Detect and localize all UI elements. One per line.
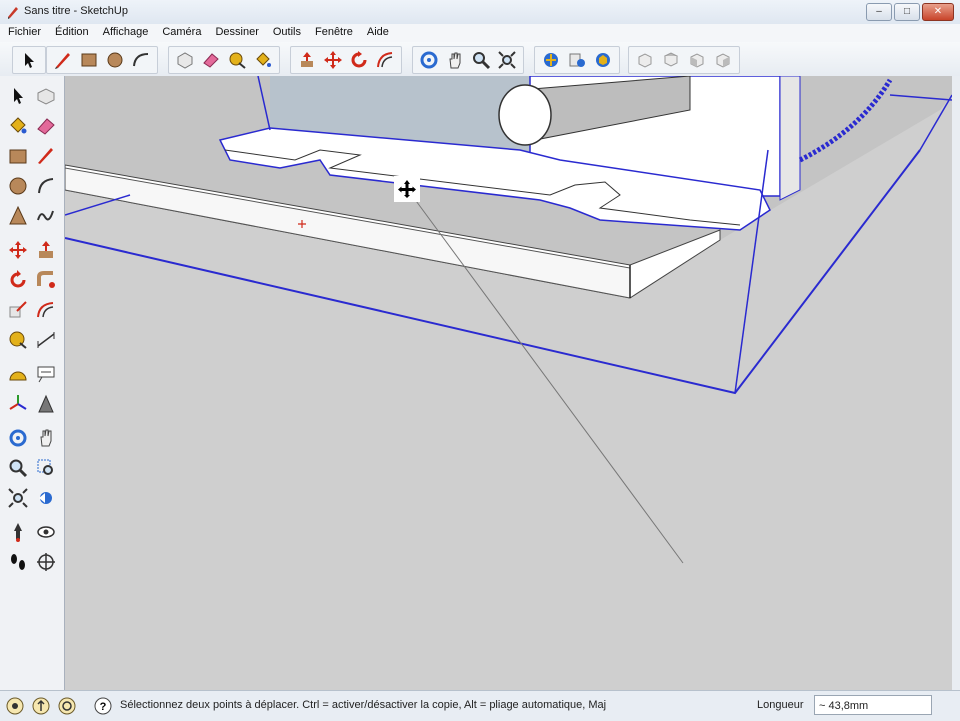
circle-icon[interactable]	[4, 172, 32, 199]
push-pull-icon[interactable]	[295, 48, 319, 72]
toolbar-group-camera	[412, 46, 524, 74]
paint-bucket-icon[interactable]	[251, 48, 275, 72]
rotate-icon[interactable]	[347, 48, 371, 72]
right-view-icon[interactable]	[711, 48, 735, 72]
menu-fichier[interactable]: Fichier	[0, 24, 47, 42]
section-plane-icon[interactable]	[32, 548, 60, 575]
paint-bucket-icon[interactable]	[4, 112, 32, 139]
measurements-value-field[interactable]: ~ 43,8mm	[814, 695, 932, 715]
circle-icon[interactable]	[103, 48, 127, 72]
tape-measure-icon[interactable]	[225, 48, 249, 72]
scale-icon[interactable]	[4, 296, 32, 323]
shaft-end	[498, 84, 552, 146]
large-tool-set	[0, 76, 65, 690]
toolbar-group-modify	[290, 46, 402, 74]
toolbar-group-warehouse	[534, 46, 620, 74]
axes-icon[interactable]	[4, 390, 32, 417]
menu-fenetre[interactable]: Fenêtre	[307, 24, 359, 42]
rectangle-icon[interactable]	[4, 142, 32, 169]
zoom-window-icon[interactable]	[32, 454, 60, 481]
menu-camera[interactable]: Caméra	[154, 24, 207, 42]
text-label-icon[interactable]	[32, 360, 60, 387]
user-icon[interactable]	[58, 697, 76, 715]
window-title: Sans titre - SketchUp	[24, 5, 128, 17]
zoom-icon[interactable]	[4, 454, 32, 481]
menu-bar: Fichier Édition Affichage Caméra Dessine…	[0, 24, 960, 42]
status-bar: ? Sélectionnez deux points à déplacer. C…	[0, 690, 960, 721]
dimension-icon[interactable]	[32, 326, 60, 353]
iso-view-icon[interactable]	[633, 48, 657, 72]
pan-icon[interactable]	[443, 48, 467, 72]
look-around-icon[interactable]	[32, 518, 60, 545]
geolocation-icon[interactable]	[6, 697, 24, 715]
help-icon[interactable]: ?	[94, 697, 112, 715]
orbit-icon[interactable]	[4, 424, 32, 451]
sketchup-logo-icon	[8, 7, 18, 19]
menu-outils[interactable]: Outils	[265, 24, 307, 42]
toolbar-group-edit	[168, 46, 280, 74]
maximize-button[interactable]: □	[894, 3, 920, 21]
3d-viewport[interactable]	[65, 76, 952, 690]
title-bar: Sans titre - SketchUp – □ ✕	[0, 0, 960, 24]
make-component-icon[interactable]	[173, 48, 197, 72]
walk-icon[interactable]	[4, 548, 32, 575]
get-models-icon[interactable]	[539, 48, 563, 72]
eraser-icon[interactable]	[32, 112, 60, 139]
housing-side	[779, 76, 801, 201]
follow-me-icon[interactable]	[32, 266, 60, 293]
close-button[interactable]: ✕	[922, 3, 954, 21]
toolbar-group-views	[628, 46, 740, 74]
share-model-icon[interactable]	[565, 48, 589, 72]
select-arrow-icon[interactable]	[17, 48, 41, 72]
move-icon[interactable]	[321, 48, 345, 72]
pencil-line-icon[interactable]	[32, 142, 60, 169]
zoom-extents-icon[interactable]	[4, 484, 32, 511]
polygon-icon[interactable]	[4, 202, 32, 229]
position-camera-icon[interactable]	[4, 518, 32, 545]
pencil-line-icon[interactable]	[51, 48, 75, 72]
menu-aide[interactable]: Aide	[359, 24, 395, 42]
protractor-icon[interactable]	[4, 360, 32, 387]
measurements-label: Longueur	[757, 699, 804, 711]
menu-edition[interactable]: Édition	[47, 24, 95, 42]
svg-text:?: ?	[100, 701, 107, 713]
model-scene[interactable]	[65, 76, 952, 690]
tape-measure-icon[interactable]	[4, 326, 32, 353]
zoom-extents-icon[interactable]	[495, 48, 519, 72]
move-icon[interactable]	[4, 236, 32, 263]
previous-view-icon[interactable]	[32, 484, 60, 511]
make-component-icon[interactable]	[32, 82, 60, 109]
offset-icon[interactable]	[373, 48, 397, 72]
push-pull-icon[interactable]	[32, 236, 60, 263]
orbit-icon[interactable]	[417, 48, 441, 72]
zoom-icon[interactable]	[469, 48, 493, 72]
offset-icon[interactable]	[32, 296, 60, 323]
front-view-icon[interactable]	[685, 48, 709, 72]
pan-icon[interactable]	[32, 424, 60, 451]
toolbar-group-select	[12, 46, 46, 74]
select-arrow-icon[interactable]	[4, 82, 32, 109]
top-view-icon[interactable]	[659, 48, 683, 72]
rotate-icon[interactable]	[4, 266, 32, 293]
menu-affichage[interactable]: Affichage	[95, 24, 155, 42]
eraser-icon[interactable]	[199, 48, 223, 72]
rectangle-icon[interactable]	[77, 48, 101, 72]
3d-text-icon[interactable]	[32, 390, 60, 417]
credits-icon[interactable]	[32, 697, 50, 715]
menu-dessiner[interactable]: Dessiner	[207, 24, 264, 42]
right-scroll-edge	[952, 76, 960, 690]
arc-icon[interactable]	[32, 172, 60, 199]
freehand-icon[interactable]	[32, 202, 60, 229]
share-component-icon[interactable]	[591, 48, 615, 72]
status-message: Sélectionnez deux points à déplacer. Ctr…	[120, 699, 607, 711]
main-toolbar	[0, 42, 960, 77]
arc-icon[interactable]	[129, 48, 153, 72]
minimize-button[interactable]: –	[866, 3, 892, 21]
toolbar-group-draw	[46, 46, 158, 74]
